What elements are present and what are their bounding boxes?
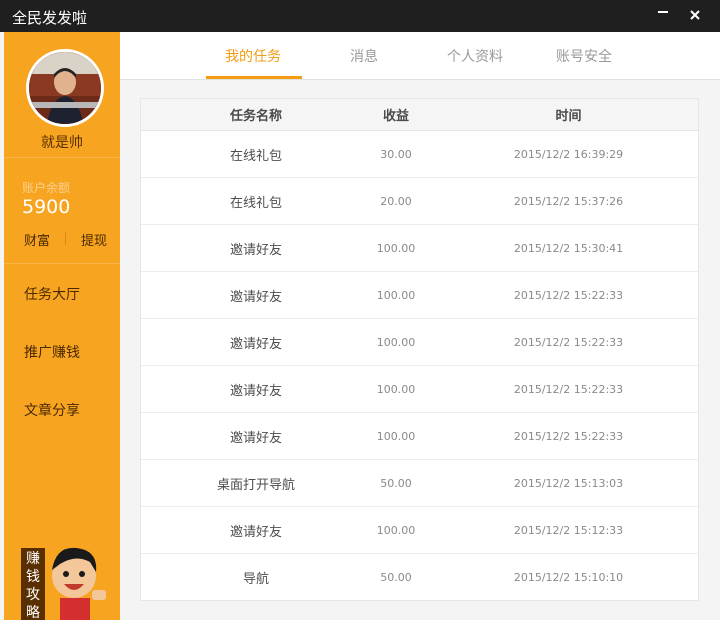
time-cell: 2015/12/2 15:30:41: [513, 241, 624, 255]
time-cell: 2015/12/2 15:13:03: [513, 476, 624, 490]
tab-messages[interactable]: 消息: [350, 46, 378, 66]
task-name-cell: 在线礼包: [229, 148, 282, 164]
window-title: 全民发发啦: [12, 9, 88, 27]
table-row: 邀请好友 100.00 2015/12/2 15:22:33: [141, 319, 698, 366]
time-cell: 2015/12/2 15:10:10: [513, 570, 624, 584]
tab-bar: 我的任务 消息 个人资料 账号安全: [120, 32, 720, 80]
close-icon: [690, 10, 700, 20]
table-row: 在线礼包 20.00 2015/12/2 15:37:26: [141, 178, 698, 225]
time-cell: 2015/12/2 15:37:26: [513, 194, 624, 208]
promo-banner[interactable]: 赚钱攻略: [16, 540, 116, 621]
avatar-photo: [29, 52, 101, 124]
earnings-cell: 100.00: [376, 335, 416, 349]
time-cell: 2015/12/2 15:22:33: [513, 382, 624, 396]
tab-account-security[interactable]: 账号安全: [556, 46, 612, 66]
avatar[interactable]: [26, 49, 104, 127]
username: 就是帅: [41, 135, 83, 151]
sidebar-divider: [4, 263, 120, 264]
earnings-cell: 20.00: [380, 194, 412, 208]
table-row: 导航 50.00 2015/12/2 15:10:10: [141, 554, 698, 600]
task-name-cell: 邀请好友: [229, 242, 282, 258]
table-row: 邀请好友 100.00 2015/12/2 15:22:33: [141, 413, 698, 460]
table-header: 任务名称 收益 时间: [141, 99, 698, 131]
link-separator: [65, 232, 66, 245]
earnings-cell: 30.00: [380, 147, 412, 161]
tab-my-tasks[interactable]: 我的任务: [225, 46, 281, 66]
earnings-cell: 50.00: [380, 570, 412, 584]
task-table: 任务名称 收益 时间 在线礼包 30.00 2015/12/2 16:39:29 在线…: [140, 98, 699, 601]
earnings-cell: 100.00: [376, 523, 416, 537]
close-button[interactable]: [684, 4, 706, 26]
time-cell: 2015/12/2 15:22:33: [513, 288, 624, 302]
sidebar: 就是帅 账户余额 5900 财富 提现 任务大厅 推广赚钱 文章分享 赚钱攻略: [4, 32, 120, 621]
sidebar-item-task-hall[interactable]: 任务大厅: [24, 284, 80, 304]
task-name-cell: 桌面打开导航: [216, 477, 295, 493]
promo-text: 赚钱攻略: [21, 548, 45, 621]
table-row: 在线礼包 30.00 2015/12/2 16:39:29: [141, 131, 698, 178]
earnings-cell: 100.00: [376, 288, 416, 302]
wealth-link[interactable]: 财富: [24, 230, 50, 249]
task-name-cell: 邀请好友: [229, 336, 282, 352]
app-window: 全民发发啦 就是帅 账户余额 5900 财富 提现 任务大厅 推广赚钱 文章分享…: [0, 0, 720, 621]
minimize-icon: [658, 11, 668, 13]
earnings-cell: 100.00: [376, 382, 416, 396]
tab-profile[interactable]: 个人资料: [447, 46, 503, 66]
balance-label: 账户余额: [22, 181, 71, 195]
header-earnings: 收益: [382, 109, 409, 124]
withdraw-link[interactable]: 提现: [81, 230, 107, 249]
table-row: 邀请好友 100.00 2015/12/2 15:22:33: [141, 366, 698, 413]
minimize-button[interactable]: [652, 4, 674, 26]
header-time: 时间: [555, 109, 582, 124]
time-cell: 2015/12/2 15:22:33: [513, 335, 624, 349]
sidebar-item-promote[interactable]: 推广赚钱: [24, 342, 80, 362]
earnings-cell: 100.00: [376, 429, 416, 443]
task-name-cell: 邀请好友: [229, 430, 282, 446]
time-cell: 2015/12/2 15:22:33: [513, 429, 624, 443]
earnings-cell: 100.00: [376, 241, 416, 255]
table-row: 邀请好友 100.00 2015/12/2 15:22:33: [141, 272, 698, 319]
task-name-cell: 在线礼包: [229, 195, 282, 211]
task-name-cell: 邀请好友: [229, 524, 282, 540]
sidebar-divider: [4, 157, 120, 158]
task-name-cell: 导航: [242, 571, 269, 587]
time-cell: 2015/12/2 15:12:33: [513, 523, 624, 537]
balance-value: 5900: [22, 196, 71, 218]
table-row: 桌面打开导航 50.00 2015/12/2 15:13:03: [141, 460, 698, 507]
sidebar-item-article-share[interactable]: 文章分享: [24, 400, 80, 420]
task-name-cell: 邀请好友: [229, 383, 282, 399]
earnings-cell: 50.00: [380, 476, 412, 490]
header-task-name: 任务名称: [229, 109, 282, 124]
main-content: 我的任务 消息 个人资料 账号安全 任务名称 收益 时间 在线礼包 30.00 20…: [120, 32, 720, 620]
table-row: 邀请好友 100.00 2015/12/2 15:30:41: [141, 225, 698, 272]
time-cell: 2015/12/2 16:39:29: [513, 147, 624, 161]
table-row: 邀请好友 100.00 2015/12/2 15:12:33: [141, 507, 698, 554]
task-name-cell: 邀请好友: [229, 289, 282, 305]
title-bar: 全民发发啦: [0, 0, 720, 32]
active-tab-indicator: [206, 76, 302, 79]
